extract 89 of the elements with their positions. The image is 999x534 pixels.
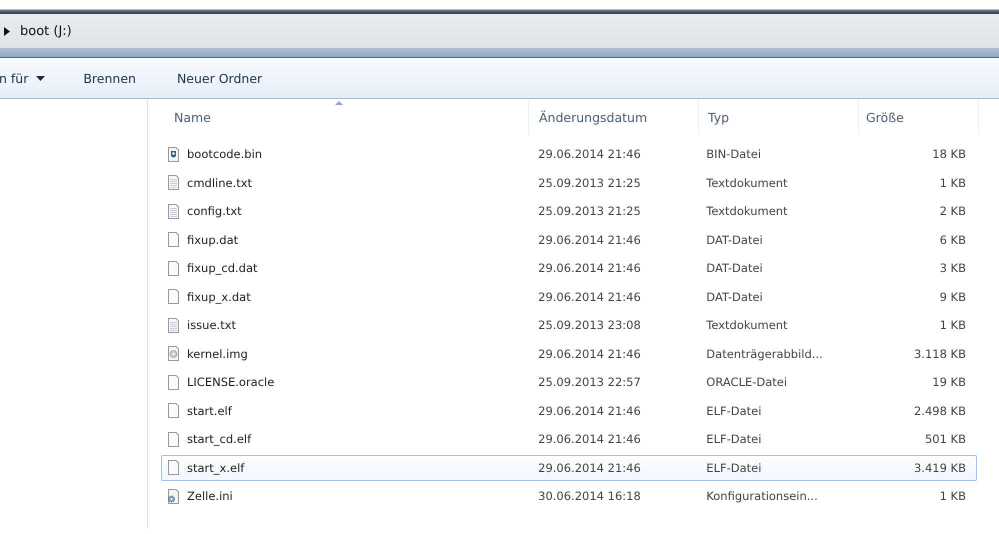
dropdown-button[interactable]: n für bbox=[0, 66, 46, 90]
file-icon bbox=[167, 460, 180, 476]
modified-date: 29.06.2014 21:46 bbox=[538, 404, 641, 418]
file-row[interactable]: config.txt 25.09.2013 21:25 Textdokument 2 KB bbox=[161, 198, 977, 224]
modified-date: 25.09.2013 21:25 bbox=[538, 176, 641, 190]
modified-date: 29.06.2014 21:46 bbox=[538, 147, 641, 162]
modified-date: 29.06.2014 21:46 bbox=[538, 290, 641, 304]
file-name[interactable]: bootcode.bin bbox=[187, 147, 262, 162]
file-name[interactable]: start.elf bbox=[187, 404, 232, 418]
file-row[interactable]: fixup.dat 29.06.2014 21:46 DAT-Datei 6 KB bbox=[161, 226, 977, 253]
text-file-icon bbox=[167, 204, 180, 219]
sort-arrow-icon bbox=[334, 101, 342, 105]
file-size: 18 KB bbox=[932, 147, 966, 162]
file-type: DAT-Datei bbox=[706, 261, 763, 276]
file-name[interactable]: cmdline.txt bbox=[187, 176, 252, 190]
file-type: Textdokument bbox=[706, 318, 788, 332]
file-row[interactable]: bootcode.bin 29.06.2014 21:46 BIN-Datei 18 KB bbox=[161, 141, 977, 168]
file-row[interactable]: LICENSE.oracle 25.09.2013 22:57 ORACLE-Datei 19 KB bbox=[161, 369, 977, 396]
shield-file-icon bbox=[167, 146, 180, 162]
file-row[interactable]: start_cd.elf 29.06.2014 21:46 ELF-Datei 501 KB bbox=[161, 426, 977, 452]
modified-date: 29.06.2014 21:46 bbox=[538, 346, 641, 361]
file-name[interactable]: Zelle.ini bbox=[187, 489, 233, 504]
file-row[interactable]: kernel.img 29.06.2014 21:46 Datenträgerabbild... 3.118 KB bbox=[161, 340, 977, 367]
file-name[interactable]: fixup_x.dat bbox=[187, 290, 251, 304]
toolbar-button[interactable]: Brennen bbox=[83, 66, 136, 90]
column-header[interactable]: Größe bbox=[859, 99, 979, 135]
modified-date: 25.09.2013 23:08 bbox=[538, 318, 641, 332]
file-size: 3 KB bbox=[940, 261, 966, 276]
file-size: 1 KB bbox=[940, 318, 966, 332]
file-row[interactable]: start.elf 29.06.2014 21:46 ELF-Datei 2.498 KB bbox=[161, 398, 977, 424]
file-icon bbox=[167, 260, 180, 276]
column-header[interactable]: Änderungsdatum bbox=[529, 99, 699, 135]
file-row[interactable]: fixup_cd.dat 29.06.2014 21:46 DAT-Datei 3 KB bbox=[161, 255, 977, 282]
toolbar-button[interactable]: Neuer Ordner bbox=[176, 66, 262, 90]
file-size: 2 KB bbox=[940, 204, 966, 218]
file-row[interactable]: fixup_x.dat 29.06.2014 21:46 DAT-Datei 9 KB bbox=[161, 284, 977, 310]
modified-date: 25.09.2013 21:25 bbox=[538, 204, 641, 218]
file-icon bbox=[167, 374, 180, 390]
file-size: 3.118 KB bbox=[914, 346, 966, 361]
file-icon bbox=[167, 232, 180, 248]
file-name[interactable]: issue.txt bbox=[187, 318, 236, 332]
file-name[interactable]: kernel.img bbox=[187, 346, 248, 361]
file-size: 1 KB bbox=[940, 489, 966, 504]
file-size: 1 KB bbox=[940, 176, 966, 190]
file-name[interactable]: fixup_cd.dat bbox=[187, 261, 258, 276]
modified-date: 29.06.2014 21:46 bbox=[538, 460, 641, 475]
breadcrumb-item[interactable]: boot (J:) bbox=[20, 24, 72, 38]
file-type: ELF-Datei bbox=[706, 404, 762, 418]
modified-date: 25.09.2013 22:57 bbox=[538, 375, 641, 390]
selected-row[interactable]: start_x.elf 29.06.2014 21:46 ELF-Datei 3.419 KB bbox=[161, 454, 977, 481]
file-icon bbox=[167, 289, 180, 304]
file-name[interactable]: start_x.elf bbox=[187, 460, 244, 475]
file-row[interactable]: Zelle.ini 30.06.2014 16:18 Konfigurationsein... 1 KB bbox=[161, 483, 977, 510]
file-size: 19 KB bbox=[932, 375, 966, 390]
file-name[interactable]: LICENSE.oracle bbox=[187, 375, 274, 390]
modified-date: 29.06.2014 21:46 bbox=[538, 232, 641, 247]
file-size: 3.419 KB bbox=[914, 460, 966, 475]
file-size: 2.498 KB bbox=[914, 404, 966, 418]
file-type: ELF-Datei bbox=[706, 460, 762, 475]
file-name[interactable]: start_cd.elf bbox=[187, 432, 252, 446]
file-type: Konfigurationsein... bbox=[706, 489, 818, 504]
file-size: 501 KB bbox=[924, 432, 966, 446]
file-type: DAT-Datei bbox=[706, 232, 763, 247]
modified-date: 29.06.2014 21:46 bbox=[538, 432, 641, 446]
file-icon bbox=[167, 403, 180, 418]
column-header[interactable]: Name bbox=[161, 99, 529, 135]
file-icon bbox=[167, 432, 180, 447]
breadcrumb-arrow-icon[interactable] bbox=[4, 26, 10, 36]
file-type: ORACLE-Datei bbox=[706, 375, 788, 390]
file-size: 9 KB bbox=[940, 290, 966, 304]
file-type: Textdokument bbox=[706, 176, 788, 190]
text-file-icon bbox=[167, 175, 180, 190]
file-type: Textdokument bbox=[706, 204, 788, 218]
column-header[interactable]: Typ bbox=[699, 99, 859, 135]
file-name[interactable]: config.txt bbox=[187, 204, 242, 218]
file-type: BIN-Datei bbox=[706, 147, 762, 162]
file-type: DAT-Datei bbox=[706, 290, 763, 304]
file-size: 6 KB bbox=[940, 232, 966, 247]
text-file-icon bbox=[167, 318, 180, 333]
gear-file-icon bbox=[167, 488, 180, 504]
file-row[interactable]: issue.txt 25.09.2013 23:08 Textdokument 1 KB bbox=[161, 312, 977, 338]
caret-icon bbox=[36, 76, 46, 80]
modified-date: 30.06.2014 16:18 bbox=[538, 489, 641, 504]
disc-image-file-icon bbox=[167, 346, 180, 362]
modified-date: 29.06.2014 21:46 bbox=[538, 261, 641, 276]
file-type: ELF-Datei bbox=[706, 432, 762, 446]
file-name[interactable]: fixup.dat bbox=[187, 232, 238, 247]
file-row[interactable]: cmdline.txt 25.09.2013 21:25 Textdokument 1 KB bbox=[161, 170, 977, 196]
file-type: Datenträgerabbild... bbox=[706, 346, 823, 361]
